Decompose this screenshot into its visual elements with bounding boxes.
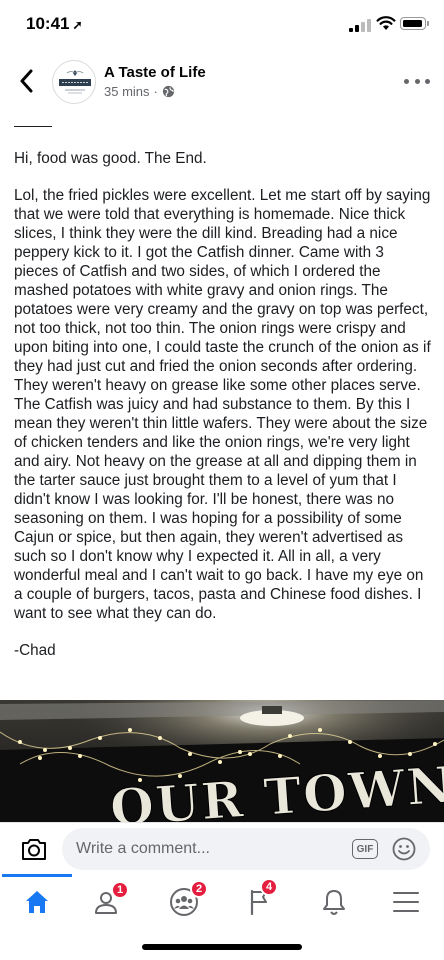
tab-home[interactable] (9, 880, 65, 924)
meta-separator: · (153, 84, 158, 99)
divider-line (14, 126, 52, 127)
wifi-icon (376, 16, 396, 30)
logo-icon (54, 62, 95, 103)
battery-icon (400, 17, 426, 30)
comment-placeholder: Write a comment... (76, 840, 210, 857)
pages-badge: 4 (260, 878, 278, 896)
bell-icon (323, 890, 345, 915)
post-photo[interactable]: OUR TOWN (0, 700, 444, 822)
dot-icon (425, 78, 430, 84)
chevron-left-icon (20, 69, 33, 93)
post-content: Hi, food was good. The End. Lol, the fri… (14, 114, 432, 660)
dot-icon (404, 78, 409, 84)
status-time: 10:41 ➚ (26, 14, 83, 34)
location-icon: ➚ (72, 18, 83, 32)
post-review-text: Lol, the fried pickles were excellent. L… (14, 187, 431, 622)
camera-icon[interactable] (20, 836, 48, 862)
back-button[interactable] (12, 64, 40, 98)
page-name[interactable]: A Taste of Life (104, 64, 206, 81)
clock-text: 10:41 (26, 14, 70, 33)
post-meta: 35 mins · (104, 84, 175, 99)
page-avatar[interactable] (52, 60, 96, 104)
tab-menu[interactable] (378, 880, 434, 924)
tab-pages[interactable]: 4 (232, 878, 288, 924)
comment-bar: Write a comment... GIF (0, 822, 444, 874)
home-icon (26, 891, 48, 913)
tab-friends[interactable]: 1 (81, 880, 137, 924)
emoji-icon[interactable] (392, 837, 416, 861)
more-options-button[interactable] (404, 74, 430, 88)
dot-icon (414, 78, 420, 84)
home-indicator[interactable] (142, 944, 302, 950)
comment-input[interactable]: Write a comment... GIF (62, 828, 430, 870)
globe-icon (162, 85, 174, 98)
bottom-tab-bar: 1 2 4 (0, 874, 444, 928)
menu-icon (393, 892, 419, 912)
cellular-signal-icon (349, 18, 371, 32)
status-bar: 10:41 ➚ (0, 0, 444, 50)
friends-badge: 1 (111, 881, 129, 899)
gif-button[interactable]: GIF (352, 839, 378, 859)
active-tab-indicator (2, 874, 72, 877)
post-signature: -Chad (14, 642, 56, 659)
tab-notifications[interactable] (306, 880, 362, 924)
post-intro: Hi, food was good. The End. (14, 150, 207, 167)
post-header: A Taste of Life 35 mins · (0, 50, 444, 112)
groups-badge: 2 (190, 880, 208, 898)
post-timestamp[interactable]: 35 mins (104, 84, 150, 99)
restaurant-sign-image: OUR TOWN (0, 700, 444, 822)
tab-groups[interactable]: 2 (156, 880, 212, 924)
